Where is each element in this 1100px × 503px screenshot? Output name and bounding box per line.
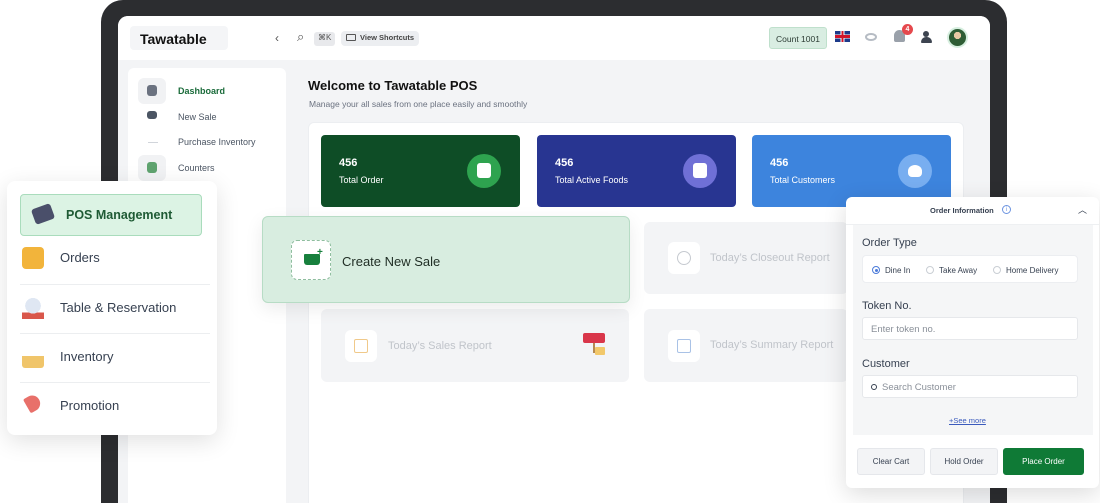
order-information-header[interactable]: Order Information i ︿ bbox=[846, 197, 1099, 225]
customer-placeholder: Search Customer bbox=[882, 382, 956, 393]
view-shortcuts-label: View Shortcuts bbox=[360, 33, 415, 42]
menu-item-label: Inventory bbox=[60, 349, 114, 364]
chevron-left-icon[interactable]: ‹ bbox=[275, 31, 279, 45]
page-title: Welcome to Tawatable POS bbox=[308, 78, 478, 93]
radio-dot bbox=[872, 266, 880, 274]
stat-label: Total Active Foods bbox=[555, 175, 629, 185]
pos-menu-card: POS Management Orders Table & Reservatio… bbox=[7, 181, 217, 435]
menu-item-table-reservation[interactable]: Table & Reservation bbox=[20, 287, 202, 329]
document-icon bbox=[668, 330, 700, 362]
table-reservation-icon bbox=[22, 297, 44, 319]
search-shortcut-badge: ⌘K bbox=[314, 32, 336, 46]
eye-icon[interactable] bbox=[865, 33, 877, 41]
report-label: Today’s Sales Report bbox=[388, 340, 492, 352]
radio-label: Home Delivery bbox=[1006, 266, 1059, 275]
stat-value: 456 bbox=[770, 157, 789, 169]
info-icon[interactable]: i bbox=[1002, 205, 1011, 214]
user-icon bbox=[898, 154, 932, 188]
sidebar-item-label: Counters bbox=[178, 163, 215, 173]
keyboard-icon bbox=[346, 34, 356, 41]
coming-soon-sign-icon bbox=[583, 333, 605, 355]
menu-divider bbox=[20, 333, 210, 334]
top-bar: Tawatable ‹ ⌕ ⌘K View Shortcuts Count 10… bbox=[118, 16, 990, 60]
see-more-link[interactable]: +See more bbox=[949, 416, 986, 425]
customer-search-input[interactable]: Search Customer bbox=[862, 375, 1078, 398]
order-type-radio-group: Dine In Take Away Home Delivery bbox=[862, 255, 1078, 283]
shopping-bag-check-icon bbox=[467, 154, 501, 188]
report-label: Today’s Summary Report bbox=[710, 339, 834, 351]
sidebar-item-label: Dashboard bbox=[178, 86, 226, 96]
radio-label: Dine In bbox=[885, 266, 911, 275]
report-tile-summary[interactable]: Today’s Summary Report bbox=[644, 309, 848, 382]
search-icon bbox=[871, 384, 877, 390]
megaphone-icon bbox=[22, 392, 44, 414]
stat-label: Total Order bbox=[339, 175, 384, 185]
menu-item-label: Table & Reservation bbox=[60, 300, 177, 315]
sidebar-item-label: New Sale bbox=[178, 112, 217, 122]
menu-item-label: Promotion bbox=[60, 398, 120, 413]
sidebar-divider bbox=[148, 142, 158, 143]
menu-item-inventory[interactable]: Inventory bbox=[20, 336, 202, 378]
order-type-label: Order Type bbox=[862, 237, 917, 249]
token-placeholder: Enter token no. bbox=[871, 324, 936, 335]
clock-icon bbox=[668, 242, 700, 274]
avatar[interactable] bbox=[947, 27, 968, 48]
report-label: Today’s Closeout Report bbox=[710, 252, 830, 264]
customer-label: Customer bbox=[862, 358, 910, 370]
pos-card-icon bbox=[30, 203, 56, 225]
search-icon[interactable]: ⌕ bbox=[297, 29, 304, 45]
notification-count-badge: 4 bbox=[902, 24, 913, 35]
radio-dot bbox=[926, 266, 934, 274]
trend-icon bbox=[138, 104, 166, 130]
stat-value: 456 bbox=[555, 157, 574, 169]
radio-dine-in[interactable]: Dine In bbox=[872, 266, 910, 275]
report-tile-sales[interactable]: Today’s Sales Report bbox=[321, 309, 629, 382]
create-new-sale-label: Create New Sale bbox=[342, 254, 441, 269]
brand-logo: Tawatable bbox=[130, 26, 228, 50]
orders-icon bbox=[22, 247, 44, 269]
place-order-button[interactable]: Place Order bbox=[1003, 448, 1084, 475]
menu-divider bbox=[20, 284, 210, 285]
food-boxes-icon bbox=[683, 154, 717, 188]
radio-label: Take Away bbox=[939, 266, 978, 275]
clear-cart-button[interactable]: Clear Cart bbox=[857, 448, 925, 475]
uk-flag-icon[interactable] bbox=[835, 31, 850, 42]
inventory-box-icon bbox=[22, 346, 44, 368]
counter-badge[interactable]: Count 1001 bbox=[769, 27, 827, 49]
stat-label: Total Customers bbox=[770, 175, 836, 185]
menu-item-label: Orders bbox=[60, 250, 100, 265]
stat-card-total-order[interactable]: 456 Total Order bbox=[321, 135, 520, 207]
page-subtitle: Manage your all sales from one place eas… bbox=[309, 99, 528, 109]
menu-divider bbox=[20, 382, 210, 383]
counter-icon bbox=[138, 155, 166, 181]
radio-home-delivery[interactable]: Home Delivery bbox=[993, 266, 1058, 275]
radio-dot bbox=[993, 266, 1001, 274]
cart-plus-icon: + bbox=[291, 240, 331, 280]
menu-item-orders[interactable]: Orders bbox=[20, 237, 202, 279]
stat-card-total-active-foods[interactable]: 456 Total Active Foods bbox=[537, 135, 736, 207]
radio-take-away[interactable]: Take Away bbox=[926, 266, 977, 275]
menu-item-pos-management[interactable]: POS Management bbox=[20, 194, 202, 236]
menu-item-promotion[interactable]: Promotion bbox=[20, 385, 202, 427]
token-label: Token No. bbox=[862, 300, 912, 312]
order-information-body: Order Type Dine In Take Away Home Delive… bbox=[853, 225, 1093, 435]
order-information-title: Order Information bbox=[930, 206, 994, 215]
token-input[interactable]: Enter token no. bbox=[862, 317, 1078, 340]
dashboard-icon bbox=[138, 78, 166, 104]
hold-order-button[interactable]: Hold Order bbox=[930, 448, 998, 475]
sidebar-item-label: Purchase Inventory bbox=[178, 137, 256, 147]
menu-item-label: POS Management bbox=[66, 208, 173, 222]
report-tile-closeout[interactable]: Today’s Closeout Report bbox=[644, 222, 848, 294]
chevron-up-icon[interactable]: ︿ bbox=[1078, 203, 1087, 216]
view-shortcuts-button[interactable]: View Shortcuts bbox=[341, 31, 420, 46]
bar-chart-icon bbox=[345, 330, 377, 362]
stat-value: 456 bbox=[339, 157, 358, 169]
create-new-sale-button[interactable]: + Create New Sale bbox=[262, 216, 630, 303]
users-icon[interactable] bbox=[921, 31, 933, 43]
order-information-panel: Order Information i ︿ Order Type Dine In… bbox=[846, 197, 1099, 488]
